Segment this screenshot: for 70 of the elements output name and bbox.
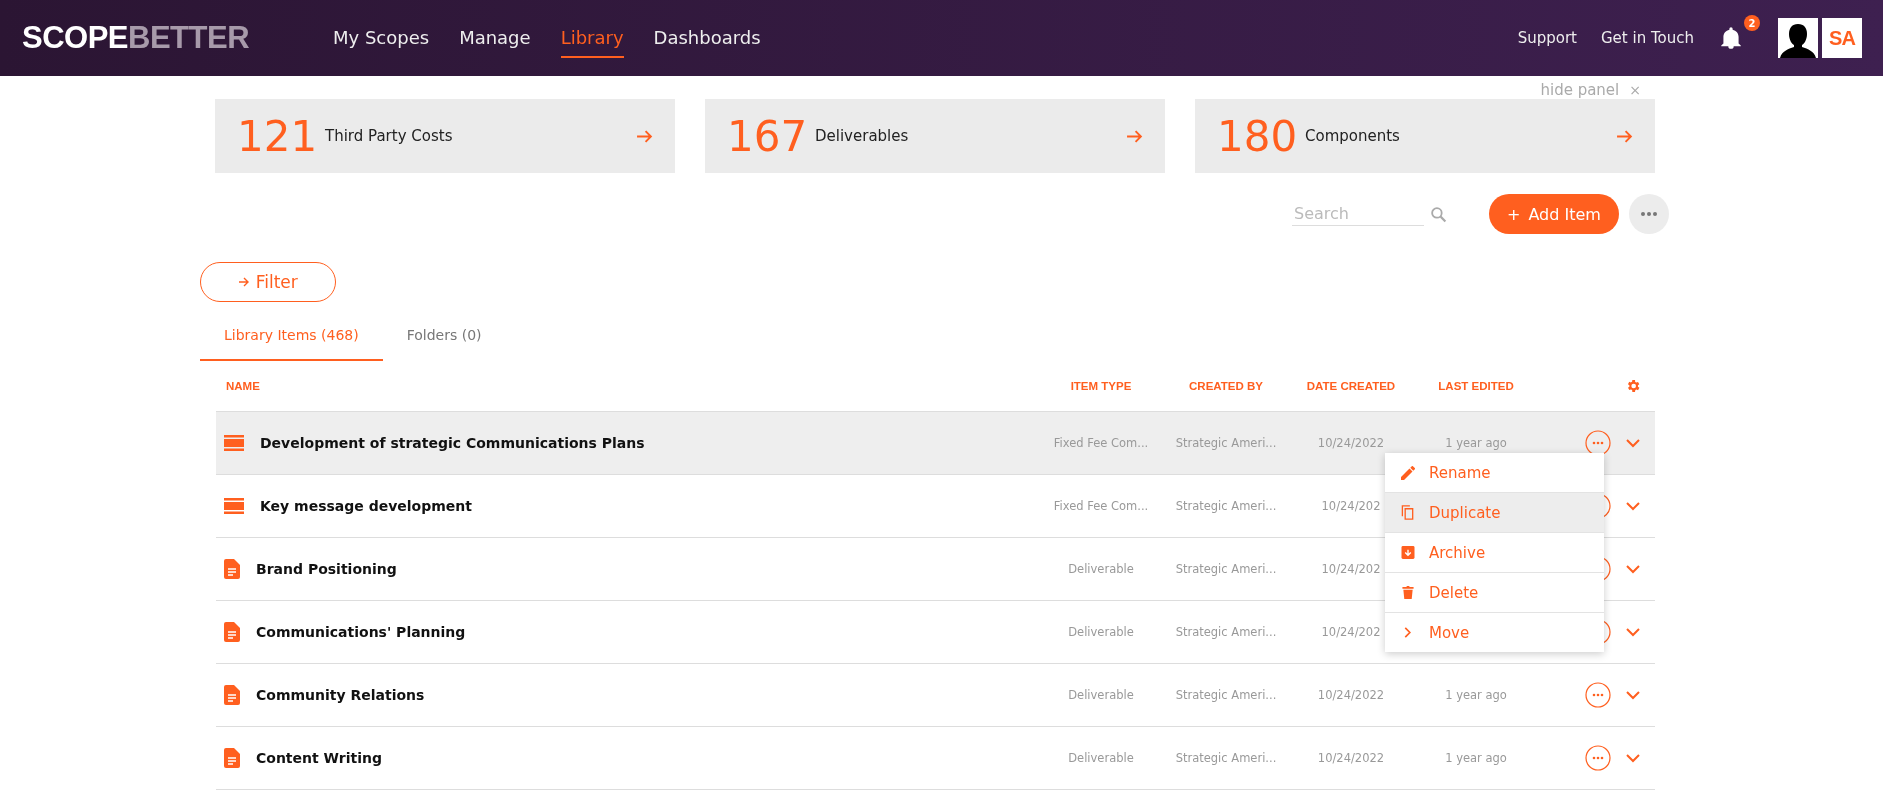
notification-badge: 2 xyxy=(1744,15,1760,31)
header-link[interactable]: Get in Touch xyxy=(1601,29,1694,47)
document-icon xyxy=(224,559,240,579)
more-options-icon[interactable] xyxy=(1585,745,1611,771)
trash-icon xyxy=(1401,586,1415,599)
last-edited-cell: 1 year ago xyxy=(1445,751,1507,765)
document-icon xyxy=(224,685,240,705)
item-name[interactable]: Communications' Planning xyxy=(256,624,466,640)
stat-count: 167 xyxy=(727,111,809,161)
item-name[interactable]: Brand Positioning xyxy=(256,561,397,577)
search-icon[interactable] xyxy=(1430,205,1447,223)
more-options-icon[interactable] xyxy=(1585,430,1611,456)
stat-label: Third Party Costs xyxy=(325,127,453,145)
archive-icon xyxy=(1401,546,1415,559)
pencil-icon xyxy=(1401,465,1415,480)
arrow-right-icon xyxy=(238,276,251,288)
created-by-cell: Strategic Ameri... xyxy=(1175,499,1277,513)
nav-link[interactable]: Manage xyxy=(459,18,531,58)
document-icon xyxy=(224,622,240,642)
date-created-cell: 10/24/202 xyxy=(1321,562,1381,576)
created-by-cell: Strategic Ameri... xyxy=(1175,625,1277,639)
chevron-down-icon[interactable] xyxy=(1626,438,1640,448)
item-name[interactable]: Content Writing xyxy=(256,750,382,766)
chevron-down-icon[interactable] xyxy=(1626,627,1640,637)
date-created-cell: 10/24/202 xyxy=(1321,625,1381,639)
tab[interactable]: Folders (0) xyxy=(382,312,506,361)
chevron-down-icon[interactable] xyxy=(1626,690,1640,700)
date-created-cell: 10/24/2022 xyxy=(1317,688,1385,702)
avatar-silhouette[interactable] xyxy=(1778,18,1818,58)
date-created-cell: 10/24/2022 xyxy=(1317,751,1385,765)
scopebetter-logo[interactable]: SCOPEBETTER xyxy=(22,20,333,56)
table-row[interactable]: Community Relations Deliverable Strategic Ameri... 10/24/2022 1 year ago xyxy=(216,664,1655,727)
item-type-cell: Fixed Fee Com... xyxy=(1053,499,1149,513)
stat-label: Deliverables xyxy=(815,127,909,145)
created-by-cell: Strategic Ameri... xyxy=(1175,436,1277,450)
date-created-cell: 10/24/202 xyxy=(1321,499,1381,513)
last-edited-cell: 1 year ago xyxy=(1445,688,1507,702)
settings-icon[interactable] xyxy=(1625,378,1641,394)
created-by-cell: Strategic Ameri... xyxy=(1175,751,1277,765)
chevron-down-icon[interactable] xyxy=(1626,564,1640,574)
date-created-cell: 10/24/2022 xyxy=(1317,436,1385,450)
stacked-bars-icon xyxy=(224,435,244,451)
stat-label: Components xyxy=(1305,127,1400,145)
last-edited-cell: 1 year ago xyxy=(1445,436,1507,450)
document-icon xyxy=(224,748,240,768)
copy-icon xyxy=(1401,505,1415,520)
organization-logo: SA xyxy=(1822,18,1862,58)
more-options-icon[interactable] xyxy=(1629,194,1669,234)
item-name[interactable]: Key message development xyxy=(260,498,472,514)
item-type-cell: Fixed Fee Com... xyxy=(1053,436,1149,450)
nav-link[interactable]: Dashboards xyxy=(653,18,761,58)
created-by-cell: Strategic Ameri... xyxy=(1175,562,1277,576)
created-by-cell: Strategic Ameri... xyxy=(1175,688,1277,702)
nav-link[interactable]: Library xyxy=(560,18,624,58)
item-type-cell: Deliverable xyxy=(1068,625,1134,639)
stacked-bars-icon xyxy=(224,498,244,514)
item-name[interactable]: Community Relations xyxy=(256,687,425,703)
stat-count: 121 xyxy=(237,111,319,161)
bell-icon[interactable] xyxy=(1718,25,1744,51)
item-type-cell: Deliverable xyxy=(1068,751,1134,765)
header-link[interactable]: Support xyxy=(1517,29,1577,47)
table-row[interactable]: Content Writing Deliverable Strategic Ameri... 10/24/2022 1 year ago xyxy=(216,727,1655,790)
chevron-down-icon[interactable] xyxy=(1626,501,1640,511)
nav-link[interactable]: My Scopes xyxy=(333,18,430,58)
stat-count: 180 xyxy=(1217,111,1299,161)
item-type-cell: Deliverable xyxy=(1068,688,1134,702)
more-options-icon[interactable] xyxy=(1585,682,1611,708)
item-type-cell: Deliverable xyxy=(1068,562,1134,576)
chevron-down-icon[interactable] xyxy=(1626,753,1640,763)
item-name[interactable]: Development of strategic Communications Plans xyxy=(260,435,645,451)
